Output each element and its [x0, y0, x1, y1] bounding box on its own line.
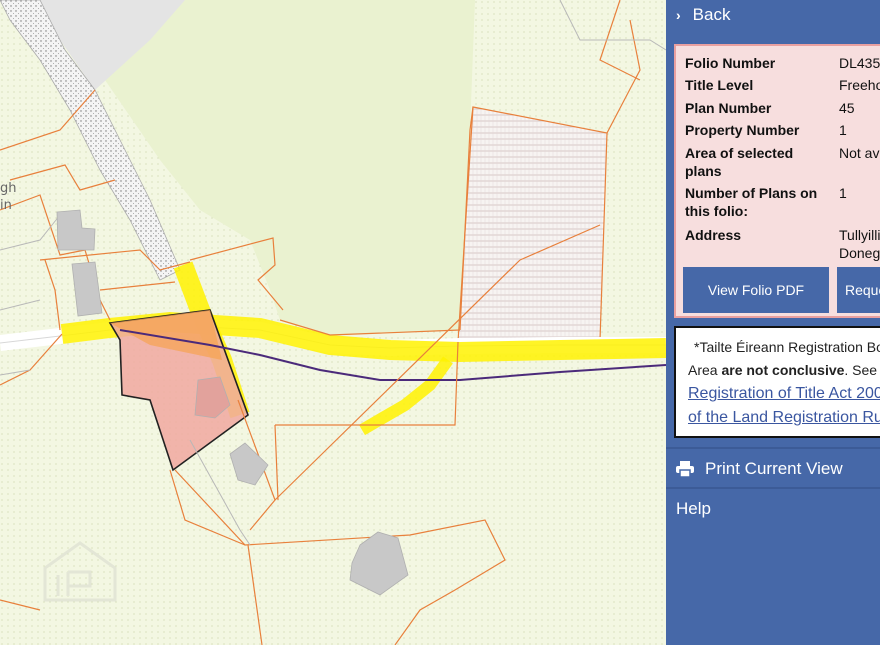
info-label-line: this folio: — [685, 203, 748, 219]
chevron-right-icon: › — [676, 7, 681, 23]
info-label-line: plans — [685, 163, 722, 179]
folio-info-box: Folio Number DL4350 Title Level Freehold… — [674, 44, 880, 318]
info-label: Plan Number — [685, 100, 772, 116]
divider — [666, 447, 880, 449]
view-folio-pdf-button[interactable]: View Folio PDF — [683, 267, 829, 313]
address-line: Tullyillin — [839, 227, 880, 243]
info-value: 1 — [839, 122, 847, 138]
back-button[interactable]: › Back — [666, 0, 880, 30]
info-label: Property Number — [685, 122, 800, 138]
registration-act-link[interactable]: Registration of Title Act 2006 — [688, 382, 880, 406]
notice-line: Area are not conclusive. See — [688, 359, 880, 382]
info-label-line: Number of Plans on — [685, 185, 818, 201]
back-label: Back — [692, 5, 731, 24]
printer-icon — [676, 461, 694, 477]
place-label-line: gh — [0, 181, 17, 196]
info-value: Freehold — [839, 77, 880, 93]
help-label: Help — [676, 499, 711, 518]
info-label-line: Area of selected — [685, 145, 794, 161]
info-value: DL4350 — [839, 55, 880, 71]
side-panel: › Back Folio Number DL4350 Title Level F… — [666, 0, 880, 645]
print-current-view-button[interactable]: Print Current View — [676, 458, 843, 480]
info-label: Folio Number — [685, 55, 776, 71]
info-value: Not available — [839, 145, 880, 161]
place-label: gh in — [0, 180, 17, 214]
divider — [666, 487, 880, 489]
land-registration-rules-link[interactable]: of the Land Registration Rules — [688, 406, 880, 430]
info-value: 1 — [839, 185, 847, 201]
info-value: Tullyillin Donegal — [839, 226, 880, 262]
info-label: Area of selected plans — [685, 144, 827, 180]
place-label-line: in — [0, 198, 12, 213]
notice-bold-text: are not conclusive — [721, 362, 845, 378]
registration-notice: *Tailte Éireann Registration Boundaries … — [674, 326, 880, 438]
info-label: Title Level — [685, 77, 754, 93]
info-value: 45 — [839, 100, 855, 116]
info-label: Address — [685, 227, 742, 243]
notice-text: . See — [844, 362, 878, 378]
map-view[interactable]: gh in — [0, 0, 666, 645]
print-label: Print Current View — [705, 459, 843, 478]
request-button[interactable]: Request — [837, 267, 880, 313]
hatched-plot — [457, 106, 608, 343]
map-canvas[interactable] — [0, 0, 666, 645]
notice-line: *Tailte Éireann Registration Boundaries — [694, 339, 880, 355]
address-line: Donegal — [839, 245, 880, 261]
help-button[interactable]: Help — [676, 498, 711, 520]
info-label: Number of Plans on this folio: — [685, 184, 827, 220]
notice-text: Area — [688, 362, 722, 378]
